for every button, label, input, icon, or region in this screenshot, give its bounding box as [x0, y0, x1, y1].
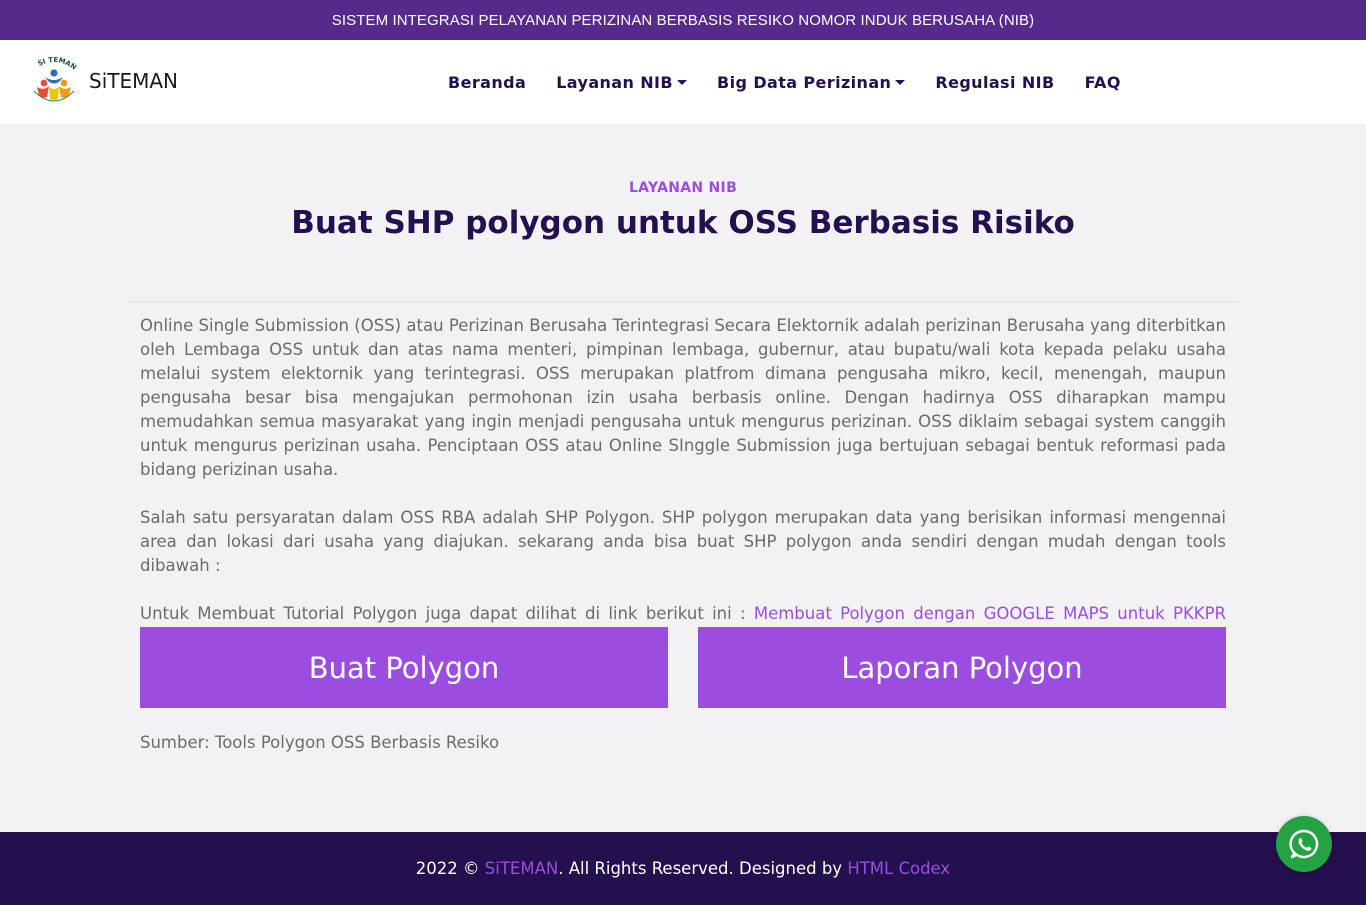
paragraph-oss-intro: Online Single Submission (OSS) atau Peri…	[140, 316, 1226, 479]
caret-down-icon	[895, 79, 906, 85]
nav-faq[interactable]: FAQ	[1085, 73, 1121, 92]
create-polygon-label: Buat Polygon	[308, 650, 500, 685]
brand[interactable]: SI TEMAN SiTEMAN	[27, 53, 178, 109]
nav-big-data-perizinan[interactable]: Big Data Perizinan	[717, 72, 906, 92]
footer-designer-link[interactable]: HTML Codex	[847, 859, 950, 878]
nav-faq-label: FAQ	[1084, 72, 1121, 92]
main-nav: Beranda Layanan NIB Big Data Perizinan R…	[448, 40, 1151, 124]
nav-regulasi-nib[interactable]: Regulasi NIB	[935, 73, 1054, 92]
whatsapp-button[interactable]	[1276, 816, 1332, 872]
source-note: Sumber: Tools Polygon OSS Berbasis Resik…	[140, 733, 500, 752]
nav-regulasi-label: Regulasi NIB	[935, 72, 1055, 92]
logo: SI TEMAN	[27, 53, 81, 109]
footer-brand-link[interactable]: SiTEMAN	[485, 859, 558, 878]
top-announcement-bar: SISTEM INTEGRASI PELAYANAN PERIZINAN BER…	[0, 0, 1366, 40]
section-eyebrow: LAYANAN NIB	[628, 180, 738, 196]
brand-name: SiTEMAN	[89, 69, 179, 93]
report-polygon-label: Laporan Polygon	[841, 650, 1083, 685]
logo-text: SI TEMAN	[37, 56, 78, 72]
nav-layanan-nib[interactable]: Layanan NIB	[556, 72, 688, 92]
caret-down-icon	[677, 79, 688, 85]
footer-rights: . All Rights Reserved. Designed by	[558, 859, 848, 878]
nav-big-data-label: Big Data Perizinan	[717, 72, 892, 92]
whatsapp-icon	[1289, 829, 1319, 859]
top-announcement-text: SISTEM INTEGRASI PELAYANAN PERIZINAN BER…	[331, 11, 1035, 29]
navbar: SI TEMAN SiTEMAN Beranda Layanan NIB Big…	[0, 40, 1366, 124]
svg-text:SI TEMAN: SI TEMAN	[37, 56, 78, 72]
nav-beranda[interactable]: Beranda	[448, 73, 526, 92]
report-polygon-button[interactable]: Laporan Polygon	[698, 627, 1226, 708]
page-title: Buat SHP polygon untuk OSS Berbasis Risi…	[291, 205, 1075, 241]
footer: 2022 © SiTEMAN. All Rights Reserved. Des…	[0, 832, 1366, 905]
paragraph-shp-polygon: Salah satu persyaratan dalam OSS RBA ada…	[140, 508, 1226, 575]
content-body: Online Single Submission (OSS) atau Peri…	[140, 314, 1226, 674]
nav-beranda-label: Beranda	[448, 72, 527, 92]
nav-layanan-nib-label: Layanan NIB	[556, 72, 674, 92]
tutorial-text: Untuk Membuat Tutorial Polygon juga dapa…	[140, 604, 754, 623]
divider	[128, 301, 1238, 302]
create-polygon-button[interactable]: Buat Polygon	[140, 627, 668, 708]
footer-copyright: 2022 ©	[415, 859, 485, 878]
